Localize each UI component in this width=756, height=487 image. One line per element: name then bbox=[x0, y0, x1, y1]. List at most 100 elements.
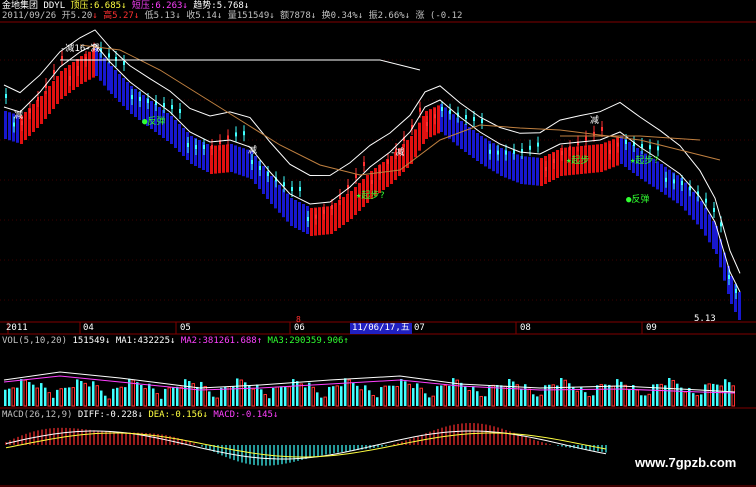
annotation-start-1: ★起步? bbox=[356, 191, 385, 201]
band-candle bbox=[738, 292, 741, 320]
volume-bar bbox=[260, 389, 263, 406]
volume-bar bbox=[556, 385, 559, 406]
annotation-reduce-4: 减 bbox=[14, 111, 24, 121]
band-candle bbox=[198, 140, 201, 168]
volume-bar bbox=[275, 386, 279, 407]
band-candle bbox=[286, 193, 289, 222]
resistance-line bbox=[60, 59, 421, 71]
band-candle bbox=[730, 276, 733, 304]
volume-bar bbox=[80, 381, 83, 406]
band-candle bbox=[460, 121, 463, 149]
band-candle bbox=[712, 221, 715, 249]
volume-bar bbox=[452, 378, 455, 406]
volume-bar bbox=[35, 387, 39, 407]
band-candle bbox=[230, 144, 233, 172]
band-candle bbox=[390, 156, 393, 184]
volume-bar bbox=[136, 382, 139, 406]
volume-bar bbox=[52, 397, 55, 406]
volume-bar bbox=[296, 381, 299, 406]
band-candle bbox=[278, 184, 281, 213]
volume-bar bbox=[608, 384, 611, 406]
volume-bar bbox=[568, 383, 571, 406]
band-candle bbox=[242, 148, 245, 177]
volume-bar bbox=[88, 386, 91, 406]
x-axis-label-07: 07 bbox=[414, 323, 425, 333]
volume-bar bbox=[40, 383, 43, 406]
band-candle bbox=[226, 144, 229, 173]
volume-bar bbox=[512, 381, 515, 406]
volume-bar bbox=[124, 387, 127, 406]
band-candle bbox=[64, 68, 67, 96]
volume-bar bbox=[160, 398, 163, 406]
volume-bar bbox=[328, 386, 331, 406]
volume-bar bbox=[719, 385, 723, 407]
volume-bar bbox=[23, 379, 27, 407]
annotation-rebound-1: ●反弹 bbox=[142, 117, 166, 127]
volume-bar bbox=[424, 393, 427, 406]
last-price-label: 5.13 bbox=[694, 314, 716, 324]
band-candle bbox=[4, 111, 7, 139]
volume-title: VOL(5,10,20) bbox=[2, 336, 68, 346]
volume-bar bbox=[143, 388, 147, 407]
volume-bar bbox=[371, 394, 375, 407]
band-candle bbox=[72, 62, 75, 90]
volume-bar bbox=[683, 391, 687, 407]
band-candle bbox=[310, 208, 313, 236]
volume-bar bbox=[268, 398, 271, 406]
band-candle bbox=[318, 207, 321, 236]
volume-bar bbox=[443, 384, 447, 407]
macd-dea: DEA:-0.156 bbox=[148, 410, 203, 420]
x-axis-label-2011: 2011 bbox=[6, 323, 28, 333]
volume-bar bbox=[335, 385, 339, 407]
band-candle bbox=[692, 191, 695, 220]
volume-bar bbox=[119, 386, 123, 407]
band-candle bbox=[532, 157, 535, 186]
volume-value: 151549 bbox=[72, 336, 105, 346]
band-candle bbox=[8, 112, 11, 141]
band-candle bbox=[540, 158, 543, 186]
annotation-rebound-2: ●反弹 bbox=[626, 195, 650, 205]
macd-panel-header: MACD(26,12,9) DIFF:-0.228↓ DEA:-0.156↓ M… bbox=[2, 410, 279, 420]
band-candle bbox=[528, 156, 531, 185]
annotation-reduce-2: -减 bbox=[390, 148, 405, 158]
volume-bar bbox=[32, 384, 35, 406]
volume-bar bbox=[563, 379, 567, 407]
watermark: www.7gpzb.com bbox=[635, 455, 737, 470]
band-candle bbox=[32, 104, 35, 132]
volume-bar bbox=[212, 396, 215, 406]
band-candle bbox=[346, 194, 349, 222]
band-candle bbox=[122, 78, 125, 106]
band-candle bbox=[556, 150, 559, 178]
volume-bar bbox=[700, 394, 703, 406]
band-candle bbox=[262, 166, 265, 194]
volume-bar bbox=[479, 395, 483, 407]
volume-bar bbox=[251, 388, 255, 407]
annotation-reduce-3: 减 bbox=[590, 116, 600, 126]
volume-bar bbox=[4, 389, 7, 406]
band-candle bbox=[182, 128, 185, 156]
band-candle bbox=[56, 76, 59, 104]
cursor-date-label: 11/06/17,五 bbox=[350, 323, 412, 334]
volume-bar bbox=[188, 381, 191, 406]
band-candle bbox=[110, 66, 113, 94]
volume-bar bbox=[76, 379, 79, 406]
band-candle bbox=[452, 114, 455, 143]
band-candle bbox=[476, 133, 479, 161]
volume-bar bbox=[107, 398, 111, 407]
volume-bar bbox=[688, 387, 691, 406]
band-candle bbox=[508, 151, 511, 180]
band-candle bbox=[48, 86, 51, 114]
volume-ma1: MA1:432225 bbox=[115, 336, 170, 346]
band-candle bbox=[174, 120, 177, 148]
band-candle bbox=[342, 197, 345, 225]
band-candle bbox=[326, 206, 329, 235]
volume-bar bbox=[299, 383, 303, 407]
volume-bar bbox=[224, 386, 227, 406]
volume-bar bbox=[167, 387, 171, 407]
band-candle bbox=[480, 136, 483, 164]
volume-bar bbox=[640, 395, 643, 406]
band-candle bbox=[418, 122, 421, 151]
band-candle bbox=[60, 71, 63, 99]
volume-bar bbox=[623, 384, 627, 407]
volume-bar bbox=[47, 392, 51, 407]
